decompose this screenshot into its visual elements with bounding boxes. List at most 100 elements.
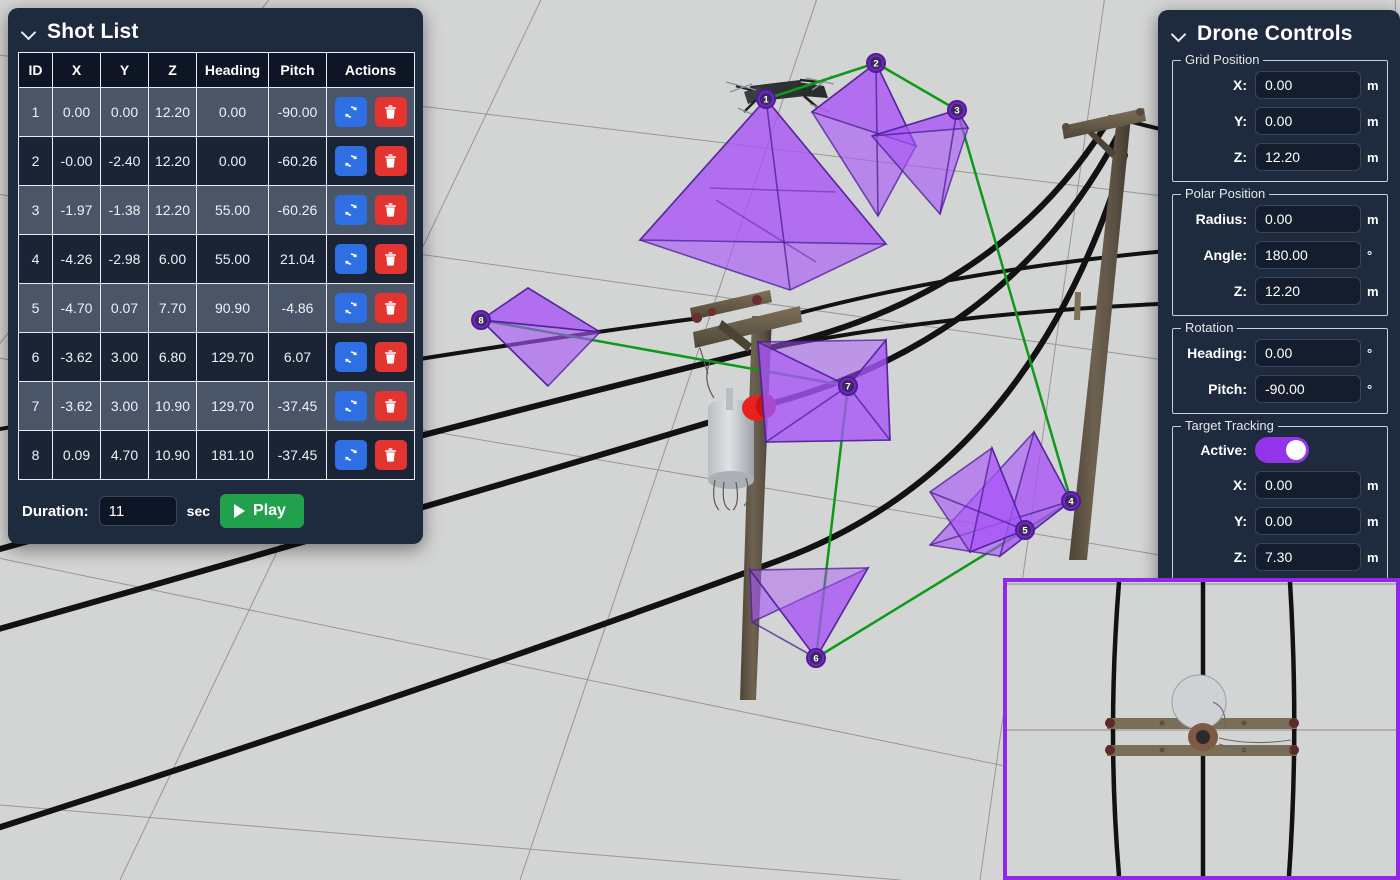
delete-shot-button[interactable] xyxy=(375,342,407,372)
waypoint-marker-3[interactable]: 3 xyxy=(948,101,966,119)
waypoint-marker-7[interactable]: 7 xyxy=(839,377,857,395)
cell-x: -3.62 xyxy=(53,382,101,431)
duration-label: Duration: xyxy=(22,503,89,520)
table-row[interactable]: 80.094.7010.90181.10-37.45 xyxy=(19,431,415,480)
target-tracking-input-1[interactable] xyxy=(1255,507,1361,535)
cell-heading: 129.70 xyxy=(197,382,269,431)
refresh-icon xyxy=(343,202,359,218)
delete-shot-button[interactable] xyxy=(375,97,407,127)
grid-position-input-2[interactable] xyxy=(1255,143,1361,171)
table-row[interactable]: 4-4.26-2.986.0055.0021.04 xyxy=(19,235,415,284)
cell-actions xyxy=(327,284,415,333)
refresh-icon xyxy=(343,300,359,316)
delete-shot-button[interactable] xyxy=(375,440,407,470)
chevron-down-icon[interactable] xyxy=(22,25,37,40)
grid-position-label-1: Y: xyxy=(1181,113,1255,129)
table-row[interactable]: 10.000.0012.200.00-90.00 xyxy=(19,88,415,137)
column-header-y: Y xyxy=(101,53,149,88)
refresh-shot-button[interactable] xyxy=(335,440,367,470)
cell-heading: 90.90 xyxy=(197,284,269,333)
target-tracking-unit-1: m xyxy=(1361,514,1379,529)
waypoint-label: 3 xyxy=(954,105,959,116)
delete-shot-button[interactable] xyxy=(375,195,407,225)
target-active-row: Active: xyxy=(1181,437,1379,463)
rotation-legend: Rotation xyxy=(1181,320,1237,335)
table-row[interactable]: 6-3.623.006.80129.706.07 xyxy=(19,333,415,382)
cell-z: 12.20 xyxy=(149,137,197,186)
waypoint-marker-6[interactable]: 6 xyxy=(807,649,825,667)
duration-input[interactable] xyxy=(99,496,177,526)
trash-icon xyxy=(383,202,398,218)
column-header-id: ID xyxy=(19,53,53,88)
waypoint-marker-8[interactable]: 8 xyxy=(472,311,490,329)
refresh-shot-button[interactable] xyxy=(335,97,367,127)
cell-actions xyxy=(327,235,415,284)
cell-y: -2.98 xyxy=(101,235,149,284)
polar-position-label-0: Radius: xyxy=(1181,211,1255,227)
play-button[interactable]: Play xyxy=(220,494,304,528)
grid-position-row: Y:m xyxy=(1181,107,1379,135)
target-tracking-fields: X:mY:mZ:m xyxy=(1181,471,1379,571)
rotation-group: Rotation Heading:°Pitch:° xyxy=(1172,328,1388,414)
cell-id: 3 xyxy=(19,186,53,235)
grid-position-input-1[interactable] xyxy=(1255,107,1361,135)
table-row[interactable]: 5-4.700.077.7090.90-4.86 xyxy=(19,284,415,333)
refresh-icon xyxy=(343,398,359,414)
polar-position-row: Z:m xyxy=(1181,277,1379,305)
refresh-icon xyxy=(343,153,359,169)
polar-position-unit-2: m xyxy=(1361,284,1379,299)
delete-shot-button[interactable] xyxy=(375,146,407,176)
trash-icon xyxy=(383,300,398,316)
rotation-input-0[interactable] xyxy=(1255,339,1361,367)
grid-position-fields: X:m Y:m Z: m xyxy=(1181,71,1379,171)
delete-shot-button[interactable] xyxy=(375,244,407,274)
rotation-input-1[interactable] xyxy=(1255,375,1361,403)
target-tracking-label-1: Y: xyxy=(1181,513,1255,529)
target-tracking-input-0[interactable] xyxy=(1255,471,1361,499)
table-row[interactable]: 2-0.00-2.4012.200.00-60.26 xyxy=(19,137,415,186)
target-tracking-input-2[interactable] xyxy=(1255,543,1361,571)
waypoint-marker-1[interactable]: 1 xyxy=(757,90,775,108)
cell-pitch: 21.04 xyxy=(269,235,327,284)
shot-list-header[interactable]: Shot List xyxy=(8,8,423,52)
camera-preview-window[interactable] xyxy=(1003,578,1400,880)
waypoint-label: 8 xyxy=(478,315,483,326)
refresh-shot-button[interactable] xyxy=(335,195,367,225)
grid-position-row: Z: m xyxy=(1181,143,1379,171)
cell-id: 8 xyxy=(19,431,53,480)
cell-z: 7.70 xyxy=(149,284,197,333)
cell-pitch: -37.45 xyxy=(269,431,327,480)
refresh-shot-button[interactable] xyxy=(335,342,367,372)
waypoint-label: 1 xyxy=(763,94,769,105)
waypoint-marker-4[interactable]: 4 xyxy=(1062,492,1080,510)
rotation-unit-0: ° xyxy=(1361,346,1379,361)
trash-icon xyxy=(383,349,398,365)
polar-position-input-0[interactable] xyxy=(1255,205,1361,233)
cell-actions xyxy=(327,382,415,431)
refresh-shot-button[interactable] xyxy=(335,146,367,176)
grid-position-unit-2: m xyxy=(1361,150,1379,165)
grid-position-row: X:m xyxy=(1181,71,1379,99)
grid-position-label-2: Z: xyxy=(1181,149,1255,165)
table-row[interactable]: 3-1.97-1.3812.2055.00-60.26 xyxy=(19,186,415,235)
shot-list-footer: Duration: sec Play xyxy=(8,480,423,544)
grid-position-input-0[interactable] xyxy=(1255,71,1361,99)
delete-shot-button[interactable] xyxy=(375,293,407,323)
drone-controls-header[interactable]: Drone Controls xyxy=(1158,10,1400,54)
waypoint-marker-5[interactable]: 5 xyxy=(1016,521,1034,539)
chevron-down-icon[interactable] xyxy=(1172,27,1187,42)
refresh-shot-button[interactable] xyxy=(335,391,367,421)
waypoint-marker-2[interactable]: 2 xyxy=(867,54,885,72)
target-active-toggle[interactable] xyxy=(1255,437,1309,463)
cell-actions xyxy=(327,431,415,480)
rotation-label-1: Pitch: xyxy=(1181,381,1255,397)
polar-position-input-2[interactable] xyxy=(1255,277,1361,305)
cell-y: 3.00 xyxy=(101,333,149,382)
rotation-row: Pitch:° xyxy=(1181,375,1379,403)
polar-position-input-1[interactable] xyxy=(1255,241,1361,269)
refresh-shot-button[interactable] xyxy=(335,244,367,274)
delete-shot-button[interactable] xyxy=(375,391,407,421)
cell-z: 10.90 xyxy=(149,382,197,431)
table-row[interactable]: 7-3.623.0010.90129.70-37.45 xyxy=(19,382,415,431)
refresh-shot-button[interactable] xyxy=(335,293,367,323)
